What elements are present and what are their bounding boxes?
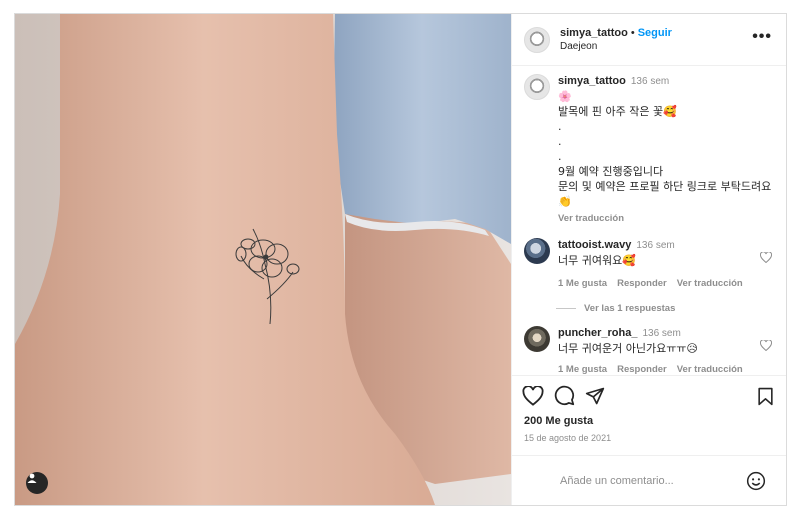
share-icon[interactable] <box>585 386 605 406</box>
author-avatar[interactable] <box>524 26 550 53</box>
commenter-avatar[interactable] <box>524 238 550 264</box>
translate-link[interactable]: Ver traducción <box>677 278 743 289</box>
comment-username[interactable]: tattooist.wavy <box>558 239 631 251</box>
comment-text: 너무 귀여워요🥰 <box>558 254 636 267</box>
comment-item: puncher_roha_ 136 sem 너무 귀여운거 아닌가요ㅠㅠ😥 1 M… <box>524 326 774 375</box>
follow-button[interactable]: Seguir <box>638 27 672 39</box>
post-photo[interactable] <box>15 14 511 505</box>
author-username[interactable]: simya_tattoo <box>560 27 628 39</box>
caption-avatar[interactable] <box>524 74 550 100</box>
commenter-avatar[interactable] <box>524 326 550 352</box>
comment-username[interactable]: puncher_roha_ <box>558 327 637 339</box>
view-replies[interactable]: Ver las 1 respuestas <box>556 303 774 314</box>
separator-dot: • <box>630 26 635 39</box>
view-replies-label[interactable]: Ver las 1 respuestas <box>584 303 675 314</box>
bookmark-icon[interactable] <box>757 387 774 409</box>
caption-username[interactable]: simya_tattoo <box>558 75 626 87</box>
caption: simya_tattoo 136 sem 🌸 발목에 핀 아주 작은 꽃🥰 . .… <box>524 74 774 226</box>
comments-list[interactable]: simya_tattoo 136 sem 🌸 발목에 핀 아주 작은 꽃🥰 . .… <box>512 66 786 375</box>
likes-count[interactable]: 200 Me gusta <box>512 415 786 427</box>
comment-heart-icon[interactable] <box>759 251 773 266</box>
post-dialog: simya_tattoo • Seguir Daejeon ••• simya_ta… <box>14 13 787 506</box>
comment-heart-icon[interactable] <box>759 339 773 354</box>
more-icon[interactable]: ••• <box>752 29 772 45</box>
emoji-icon[interactable] <box>746 471 766 494</box>
post-side-panel: simya_tattoo • Seguir Daejeon ••• simya_ta… <box>511 14 786 505</box>
post-location[interactable]: Daejeon <box>560 40 672 54</box>
tattoo-ankle-image <box>15 14 511 505</box>
caption-time[interactable]: 136 sem <box>631 76 669 87</box>
caption-translate-link[interactable]: Ver traducción <box>558 211 774 226</box>
add-comment-bar <box>512 455 786 505</box>
comment-time[interactable]: 136 sem <box>636 240 674 251</box>
comment-likes-link[interactable]: 1 Me gusta <box>558 278 607 289</box>
comment-icon[interactable] <box>554 385 575 406</box>
comment-text: 너무 귀여운거 아닌가요ㅠㅠ😥 <box>558 342 698 355</box>
translate-link[interactable]: Ver traducción <box>677 364 743 375</box>
comment-input[interactable] <box>560 474 740 487</box>
heart-icon[interactable] <box>522 385 544 406</box>
post-action-bar <box>512 375 786 415</box>
user-tag-icon[interactable] <box>26 472 48 494</box>
post-header: simya_tattoo • Seguir Daejeon ••• <box>512 14 786 66</box>
comment-likes-link[interactable]: 1 Me gusta <box>558 364 607 375</box>
caption-text: 🌸 발목에 핀 아주 작은 꽃🥰 . . . 9월 예약 진행중입니다 문의 및… <box>558 90 772 208</box>
comment-item: tattooist.wavy 136 sem 너무 귀여워요🥰 1 Me gust… <box>524 238 774 291</box>
post-date: 15 de agosto de 2021 <box>524 433 612 443</box>
reply-button[interactable]: Responder <box>617 364 667 375</box>
comment-time[interactable]: 136 sem <box>642 328 680 339</box>
reply-button[interactable]: Responder <box>617 278 667 289</box>
